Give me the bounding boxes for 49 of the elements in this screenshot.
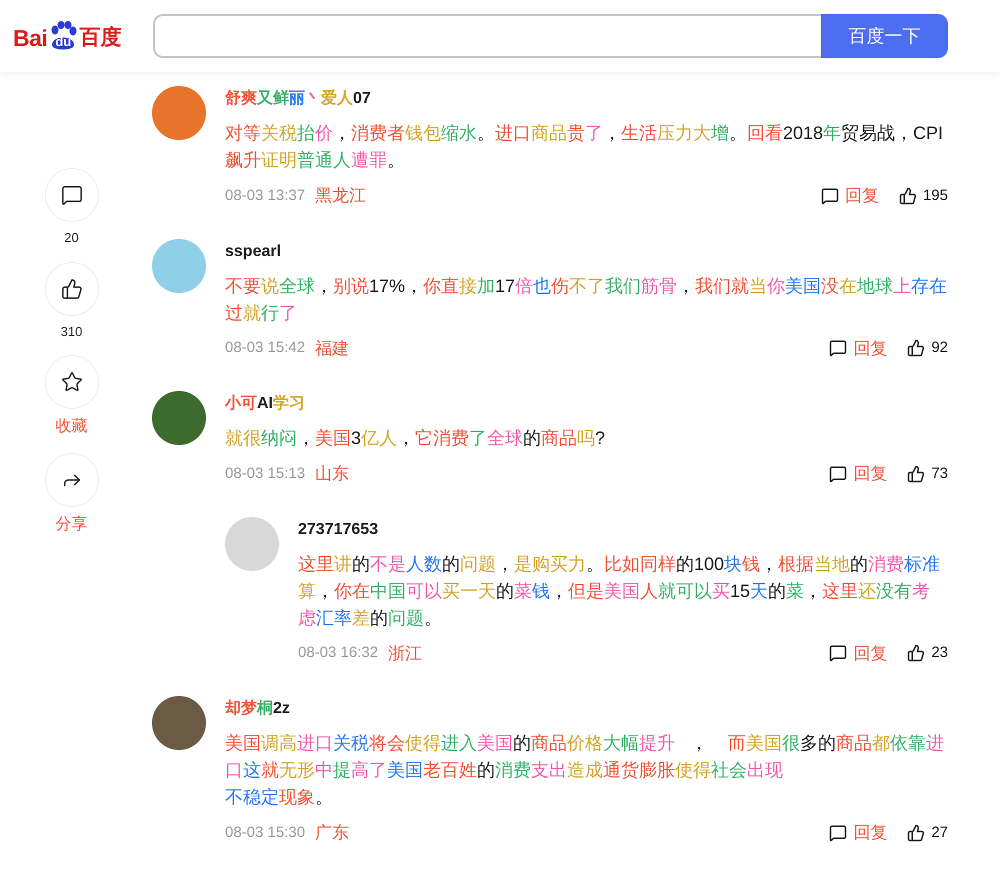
comment-text: 不要说全球，别说17%，你直接加17倍也伤不了我们筋骨，我们就当你美国没在地球上存在 过就行了 xyxy=(225,274,948,324)
logo[interactable]: Bai du 百度 xyxy=(13,21,153,51)
username[interactable]: 273717653 xyxy=(298,518,948,542)
comment-icon xyxy=(829,339,848,358)
like-button[interactable]: 27 xyxy=(907,822,948,844)
thumbs-up-icon xyxy=(907,339,926,358)
timestamp: 08-03 15:42 xyxy=(225,338,306,358)
comment-text: 这里讲的不是人数的问题，是购买力。比如同样的100块钱，根据当地的消费标准 算，你在中国可以买一天的菜钱，但是美国人就可以买15天的菜，这里还没有考虑汇率差的问题。 xyxy=(298,552,942,630)
comment-icon xyxy=(60,184,82,206)
thumbs-up-icon xyxy=(907,824,926,842)
thumbs-up-icon xyxy=(898,186,917,205)
like-button[interactable]: 195 xyxy=(898,184,948,207)
thumbs-up-icon xyxy=(60,278,82,300)
timestamp: 08-03 15:30 xyxy=(225,822,306,842)
location: 黑龙江 xyxy=(315,185,366,207)
comment-text: 美国调高进口 关税将会使得进入美国的商品价格大幅提升 ， 而美国很多的商品都依靠进口这就无形中提高了美国老百姓的消费支出造成通货膨胀使得社会出现 不稳定现象。 xyxy=(225,732,946,809)
username[interactable]: 小可AI学习 xyxy=(225,392,948,416)
username[interactable]: sspearl xyxy=(225,240,948,264)
avatar xyxy=(152,238,206,292)
like-button[interactable]: 23 xyxy=(907,642,948,664)
avatar xyxy=(152,391,206,445)
comment-icon xyxy=(820,186,839,205)
timestamp: 08-03 15:13 xyxy=(225,464,306,484)
avatar xyxy=(152,86,206,140)
comment-text: 就很纳闷，美国3亿人，它消费了全球的商品吗? xyxy=(225,427,606,450)
comment-icon xyxy=(829,824,848,842)
comment-icon xyxy=(829,464,848,483)
like-button[interactable]: 92 xyxy=(907,337,948,360)
location: 广东 xyxy=(315,822,350,844)
thumbs-up-icon xyxy=(907,644,926,662)
action-label: 收藏 xyxy=(56,416,88,437)
like-button[interactable]: 73 xyxy=(907,462,948,485)
action-label: 310 xyxy=(60,322,82,340)
avatar xyxy=(152,696,206,750)
star-icon xyxy=(60,371,82,393)
location: 山东 xyxy=(315,463,350,485)
action-label: 20 xyxy=(64,229,79,247)
location: 浙江 xyxy=(388,642,422,664)
timestamp: 08-03 16:32 xyxy=(298,643,378,663)
search-button[interactable]: 百度一下 xyxy=(821,14,948,58)
timestamp: 08-03 13:37 xyxy=(225,186,306,206)
thumbs-up-icon xyxy=(907,464,926,483)
username[interactable]: 舒爽又鲜丽 丶 爱人07 xyxy=(225,87,948,111)
action-label: 分享 xyxy=(56,514,88,535)
comment-icon xyxy=(829,644,848,662)
username[interactable]: 却梦桐2z xyxy=(225,697,948,721)
comment-text: 对等关税抬价，消费者钱包缩水。进口商品贵了，生活压力大增。回看2018年贸易战，CPI 飙升证明普通人遭罪。 xyxy=(225,122,944,172)
location: 福建 xyxy=(315,338,350,360)
search-field[interactable] xyxy=(153,14,821,58)
